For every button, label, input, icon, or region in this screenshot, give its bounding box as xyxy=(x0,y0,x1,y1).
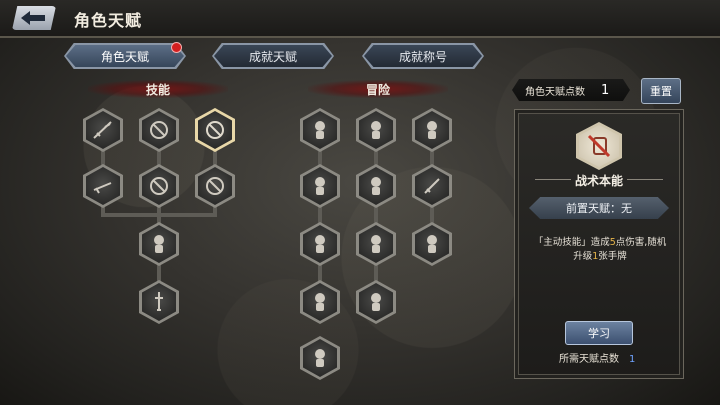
character-icon xyxy=(371,293,381,311)
skill-node-8[interactable] xyxy=(139,280,179,324)
character-icon xyxy=(371,177,381,195)
locked-slash-icon xyxy=(150,121,168,139)
notification-badge xyxy=(171,42,182,53)
dagger-icon xyxy=(155,292,163,311)
gun-icon xyxy=(93,182,112,194)
adventure-node-6[interactable] xyxy=(412,164,452,208)
talent-description: 「主动技能」造成5点伤害,随机升级1张手牌 xyxy=(533,237,667,262)
adventure-node-12[interactable] xyxy=(300,336,340,380)
adventure-node-11[interactable] xyxy=(356,280,396,324)
locked-slash-icon xyxy=(206,121,224,139)
adventure-node-7[interactable] xyxy=(300,222,340,266)
adventure-node-5[interactable] xyxy=(356,164,396,208)
tab-achievement-talent[interactable]: 成就天赋 xyxy=(214,45,332,67)
talent-name: 战术本能 xyxy=(574,174,623,188)
tab-achievement-title[interactable]: 成就称号 xyxy=(364,45,482,67)
top-bar: 角色天赋 xyxy=(0,0,720,38)
character-icon xyxy=(427,121,437,139)
tactical-instinct-icon xyxy=(587,134,611,158)
adventure-node-10[interactable] xyxy=(300,280,340,324)
required-points: 所需天赋点数 1 xyxy=(559,350,635,365)
adventure-node-4[interactable] xyxy=(300,164,340,208)
reset-button[interactable]: 重置 xyxy=(641,78,681,104)
character-icon xyxy=(315,293,325,311)
tree-link xyxy=(101,213,217,217)
adventure-node-2[interactable] xyxy=(356,108,396,152)
talent-points-display: 角色天赋点数 1 xyxy=(512,79,630,101)
character-icon xyxy=(371,121,381,139)
page-title: 角色天赋 xyxy=(74,11,143,30)
talent-points-value: 1 xyxy=(601,82,610,98)
adventure-node-8[interactable] xyxy=(356,222,396,266)
learn-button[interactable]: 学习 xyxy=(565,321,633,345)
sword-icon xyxy=(424,178,440,194)
adventure-node-3[interactable] xyxy=(412,108,452,152)
talent-icon-frame xyxy=(576,122,622,170)
character-icon xyxy=(315,235,325,253)
skill-node-5[interactable] xyxy=(139,164,179,208)
adventure-node-9[interactable] xyxy=(412,222,452,266)
character-icon xyxy=(427,235,437,253)
tab-character-talent[interactable]: 角色天赋 xyxy=(66,45,184,67)
skill-node-7[interactable] xyxy=(139,222,179,266)
skill-node-4[interactable] xyxy=(83,164,123,208)
character-icon xyxy=(315,121,325,139)
required-points-value: 1 xyxy=(629,354,636,365)
skill-node-3[interactable] xyxy=(195,108,235,152)
character-icon xyxy=(315,349,325,367)
talent-points-label: 角色天赋点数 xyxy=(525,86,585,98)
skill-node-1[interactable] xyxy=(83,108,123,152)
section-skills: 技能 xyxy=(88,80,228,98)
prerequisite-label: 前置天赋：无 xyxy=(529,197,669,219)
required-points-label: 所需天赋点数 xyxy=(559,354,619,365)
divider-right xyxy=(627,179,663,180)
character-icon xyxy=(371,235,381,253)
talent-detail-panel: 战术本能 前置天赋：无 「主动技能」造成5点伤害,随机升级1张手牌 学习 所需天… xyxy=(514,109,684,379)
sword-icon xyxy=(93,121,112,139)
back-button[interactable] xyxy=(12,6,56,30)
section-adventure: 冒险 xyxy=(308,80,448,98)
adventure-node-1[interactable] xyxy=(300,108,340,152)
skill-node-6[interactable] xyxy=(195,164,235,208)
character-icon xyxy=(315,177,325,195)
locked-slash-icon xyxy=(206,177,224,195)
character-icon xyxy=(154,235,164,253)
locked-slash-icon xyxy=(150,177,168,195)
back-arrow-icon xyxy=(21,11,45,25)
skill-node-2[interactable] xyxy=(139,108,179,152)
